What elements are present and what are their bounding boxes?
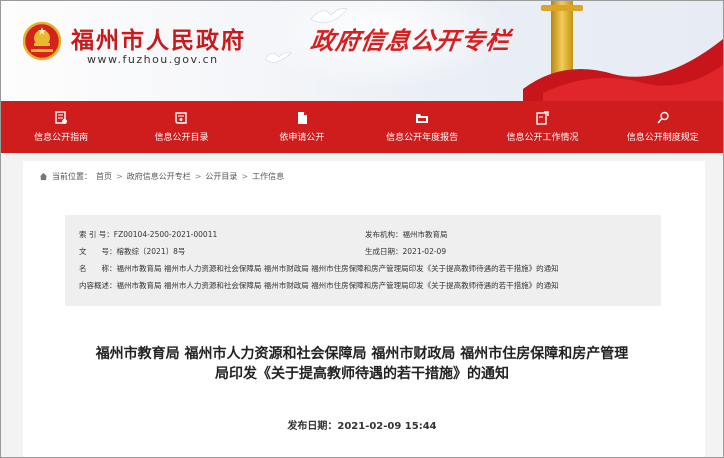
work-icon xyxy=(536,111,550,125)
meta-label: 名 称： xyxy=(79,264,117,273)
meta-value: 福州市教育局 福州市人力资源和社会保障局 福州市财政局 福州市住房保障和房产管理… xyxy=(116,281,559,290)
breadcrumb-separator: > xyxy=(116,172,123,181)
nav-label: 依申请公开 xyxy=(279,133,325,143)
page-frame: 福州市人民政府 www.fuzhou.gov.cn 政府信息公开专栏 信息公开指… xyxy=(0,0,724,458)
meta-summary: 内容概述：福州市教育局 福州市人力资源和社会保障局 福州市财政局 福州市住房保障… xyxy=(79,280,559,291)
meta-org: 发布机构：福州市教育局 xyxy=(365,229,448,240)
meta-value: 福州市教育局 福州市人力资源和社会保障局 福州市财政局 福州市住房保障和房产管理… xyxy=(116,264,559,273)
main-nav: 信息公开指南 信息公开目录 依申请公开 信息公开年度报告 信息公开工作情况 信息… xyxy=(1,101,723,153)
breadcrumb-current[interactable]: 工作信息 xyxy=(252,171,284,182)
header-banner: 福州市人民政府 www.fuzhou.gov.cn 政府信息公开专栏 xyxy=(1,1,723,101)
meta-index: 索 引 号：FZ00104-2500-2021-00011 xyxy=(79,229,217,240)
publish-date-value: 2021-02-09 15:44 xyxy=(337,421,437,432)
search-icon xyxy=(657,111,669,124)
breadcrumb-separator: > xyxy=(241,172,249,181)
meta-value: 福州市教育局 xyxy=(402,230,448,239)
nav-label: 信息公开工作情况 xyxy=(506,133,579,143)
meta-label: 发布机构： xyxy=(365,230,403,239)
national-emblem-icon xyxy=(23,21,61,61)
nav-item-guide[interactable]: 信息公开指南 xyxy=(1,101,121,153)
catalog-icon xyxy=(175,112,188,124)
meta-doc-no: 文 号：榕教综〔2021〕8号 xyxy=(79,246,185,257)
breadcrumb-separator: > xyxy=(194,172,202,181)
breadcrumb-home[interactable]: 首页 xyxy=(96,171,112,182)
publish-date-label: 发布日期： xyxy=(287,421,338,432)
nav-label: 信息公开年度报告 xyxy=(386,133,459,143)
breadcrumb-section[interactable]: 政府信息公开专栏 xyxy=(127,171,191,182)
red-flag-icon xyxy=(523,39,723,101)
nav-item-work-status[interactable]: 信息公开工作情况 xyxy=(482,101,602,153)
breadcrumb: 当前位置： 首页 > 政府信息公开专栏 > 公开目录 > 工作信息 xyxy=(39,171,284,182)
nav-item-annual-report[interactable]: 信息公开年度报告 xyxy=(362,101,482,153)
dove-icon xyxy=(264,52,292,63)
nav-item-apply[interactable]: 依申请公开 xyxy=(242,101,362,153)
meta-date: 生成日期：2021-02-09 xyxy=(365,246,446,257)
home-icon xyxy=(39,172,48,181)
article-title: 福州市教育局 福州市人力资源和社会保障局 福州市财政局 福州市住房保障和房产管理… xyxy=(41,344,683,384)
nav-label: 信息公开制度规定 xyxy=(626,133,699,143)
article-title-line: 局印发《关于提高教师待遇的若干措施》的通知 xyxy=(215,366,509,382)
meta-value: 榕教综〔2021〕8号 xyxy=(116,247,186,256)
meta-label: 索 引 号： xyxy=(79,230,114,239)
nav-label: 信息公开指南 xyxy=(34,133,89,143)
publish-date: 发布日期：2021-02-09 15:44 xyxy=(41,417,683,432)
site-name[interactable]: 福州市人民政府 xyxy=(71,21,246,55)
nav-item-catalog[interactable]: 信息公开目录 xyxy=(121,101,241,153)
breadcrumb-prefix: 当前位置： xyxy=(52,172,92,181)
nav-label: 信息公开目录 xyxy=(154,133,209,143)
folder-icon xyxy=(416,114,429,123)
guide-icon xyxy=(55,111,68,124)
dove-icon xyxy=(310,8,348,23)
breadcrumb-catalog[interactable]: 公开目录 xyxy=(205,171,237,182)
meta-value: FZ00104-2500-2021-00011 xyxy=(113,230,218,239)
content-panel xyxy=(23,161,705,457)
meta-name: 名 称：福州市教育局 福州市人力资源和社会保障局 福州市财政局 福州市住房保障和… xyxy=(79,263,559,274)
meta-value: 2021-02-09 xyxy=(402,247,447,256)
nav-item-regulations[interactable]: 信息公开制度规定 xyxy=(603,101,723,153)
article-title-line: 福州市教育局 福州市人力资源和社会保障局 福州市财政局 福州市住房保障和房产管理 xyxy=(95,346,629,362)
meta-label: 生成日期： xyxy=(365,247,403,256)
meta-label: 文 号： xyxy=(79,247,117,256)
meta-label: 内容概述： xyxy=(79,281,117,290)
document-icon xyxy=(297,112,307,124)
metadata-box: 索 引 号：FZ00104-2500-2021-00011 发布机构：福州市教育… xyxy=(65,215,661,306)
site-url[interactable]: www.fuzhou.gov.cn xyxy=(87,53,219,66)
